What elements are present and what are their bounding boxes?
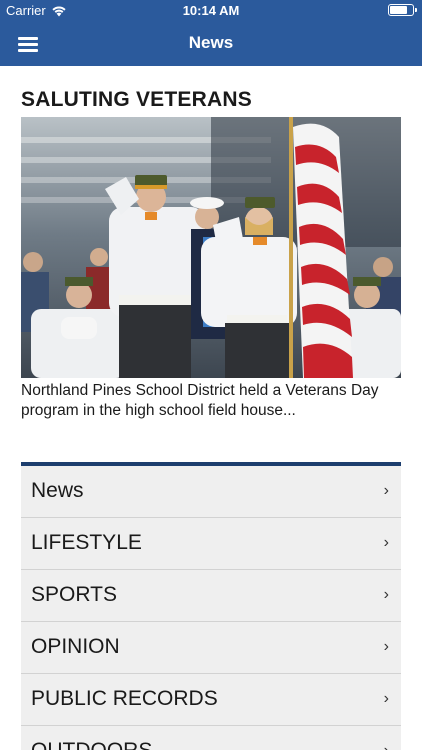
battery-level — [390, 6, 407, 14]
top-bar: Carrier 10:14 AM News — [0, 0, 422, 66]
article-headline[interactable]: SALUTING VETERANS — [21, 88, 252, 112]
status-time: 10:14 AM — [182, 3, 240, 18]
veterans-photo-illustration — [21, 117, 401, 378]
section-item-sports[interactable]: SPORTS › — [21, 570, 401, 622]
section-item-news[interactable]: News › — [21, 466, 401, 518]
chevron-right-icon: › — [383, 534, 389, 551]
section-item-public-records[interactable]: PUBLIC RECORDS › — [21, 674, 401, 726]
section-list: News › LIFESTYLE › SPORTS › OPINION › PU… — [21, 466, 401, 750]
chevron-right-icon: › — [383, 638, 389, 655]
section-item-opinion[interactable]: OPINION › — [21, 622, 401, 674]
section-label: OUTDOORS — [31, 739, 152, 750]
section-label: PUBLIC RECORDS — [31, 687, 218, 710]
section-label: SPORTS — [31, 583, 117, 606]
nav-title: News — [188, 33, 234, 52]
battery-nub — [415, 8, 417, 12]
article-photo[interactable] — [21, 117, 401, 378]
chevron-right-icon: › — [384, 742, 389, 750]
status-bar: Carrier 10:14 AM — [0, 0, 422, 22]
article-caption[interactable]: Northland Pines School District held a V… — [21, 381, 405, 421]
chevron-right-icon: › — [383, 482, 389, 499]
section-label: News — [31, 479, 84, 502]
chevron-right-icon: › — [383, 690, 389, 707]
battery-icon — [388, 4, 417, 16]
chevron-right-icon: › — [383, 586, 389, 603]
section-item-outdoors[interactable]: OUTDOORS › — [21, 726, 401, 750]
navigation-bar: News — [0, 22, 422, 66]
section-item-lifestyle[interactable]: LIFESTYLE › — [21, 518, 401, 570]
section-label: LIFESTYLE — [31, 531, 142, 554]
section-label: OPINION — [31, 635, 120, 658]
